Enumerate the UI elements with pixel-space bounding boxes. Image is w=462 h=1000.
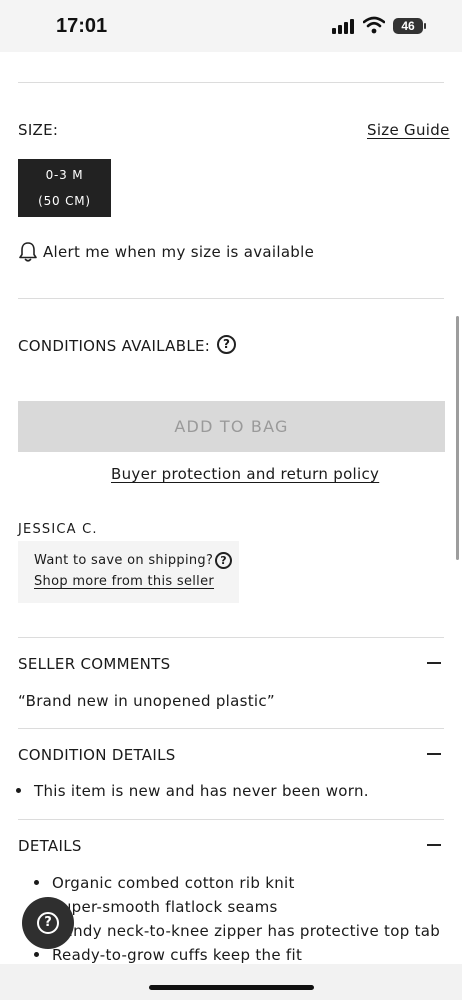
- battery-cap: [424, 23, 426, 29]
- minus-icon[interactable]: [427, 844, 441, 846]
- detail-item: Ready-to-grow cuffs keep the fit: [52, 946, 303, 964]
- bell-icon[interactable]: [18, 241, 38, 263]
- condition-detail-item: This item is new and has never been worn…: [34, 782, 369, 800]
- detail-item: Handy neck-to-knee zipper has protective…: [52, 922, 441, 940]
- size-option-selected[interactable]: 0-3 M (50 CM): [18, 159, 111, 217]
- detail-item: Organic combed cotton rib knit: [52, 874, 295, 892]
- cellular-signal-icon: [332, 18, 356, 34]
- divider: [18, 298, 444, 299]
- size-option-sublabel: (50 CM): [38, 194, 91, 208]
- home-indicator[interactable]: [149, 985, 314, 990]
- help-chat-button[interactable]: ?: [22, 897, 74, 949]
- bullet: [16, 788, 21, 793]
- add-to-bag-button[interactable]: ADD TO BAG: [18, 401, 445, 452]
- status-time: 17:01: [56, 15, 108, 37]
- wifi-icon: [363, 16, 385, 34]
- divider: [18, 728, 444, 729]
- size-guide-link[interactable]: Size Guide: [367, 121, 450, 139]
- divider: [18, 637, 444, 638]
- detail-item: Super-smooth flatlock seams: [52, 898, 278, 916]
- condition-details-title[interactable]: CONDITION DETAILS: [18, 746, 176, 764]
- seller-comments-text: “Brand new in unopened plastic”: [18, 692, 275, 710]
- help-chat-icon: ?: [37, 912, 59, 934]
- divider: [18, 819, 444, 820]
- bullet: [34, 880, 39, 885]
- question-circle-icon[interactable]: ?: [215, 552, 232, 569]
- battery-icon: 46: [393, 18, 423, 34]
- shipping-savings-box: Want to save on shipping? Shop more from…: [18, 541, 239, 603]
- seller-name: JESSICA C.: [18, 522, 98, 537]
- size-label: SIZE:: [18, 121, 59, 139]
- conditions-label: CONDITIONS AVAILABLE:: [18, 337, 211, 355]
- minus-icon[interactable]: [427, 753, 441, 755]
- minus-icon[interactable]: [427, 662, 441, 664]
- product-page: 17:01 46 SIZE: Size Guide 0-3 M (50 CM) …: [0, 0, 462, 1000]
- size-option-label: 0-3 M: [45, 168, 84, 182]
- bullet: [34, 952, 39, 957]
- shop-more-link[interactable]: Shop more from this seller: [34, 574, 214, 589]
- details-title[interactable]: DETAILS: [18, 837, 82, 855]
- divider: [18, 82, 444, 83]
- scrollbar-thumb[interactable]: [456, 316, 459, 560]
- buyer-protection-link[interactable]: Buyer protection and return policy: [111, 465, 379, 483]
- size-alert-link[interactable]: Alert me when my size is available: [43, 243, 314, 261]
- question-circle-icon[interactable]: ?: [217, 335, 236, 354]
- bottom-bar: [0, 964, 462, 1000]
- seller-comments-title[interactable]: SELLER COMMENTS: [18, 655, 170, 673]
- shipping-prompt: Want to save on shipping?: [34, 553, 214, 568]
- status-bar: 17:01 46: [0, 0, 462, 52]
